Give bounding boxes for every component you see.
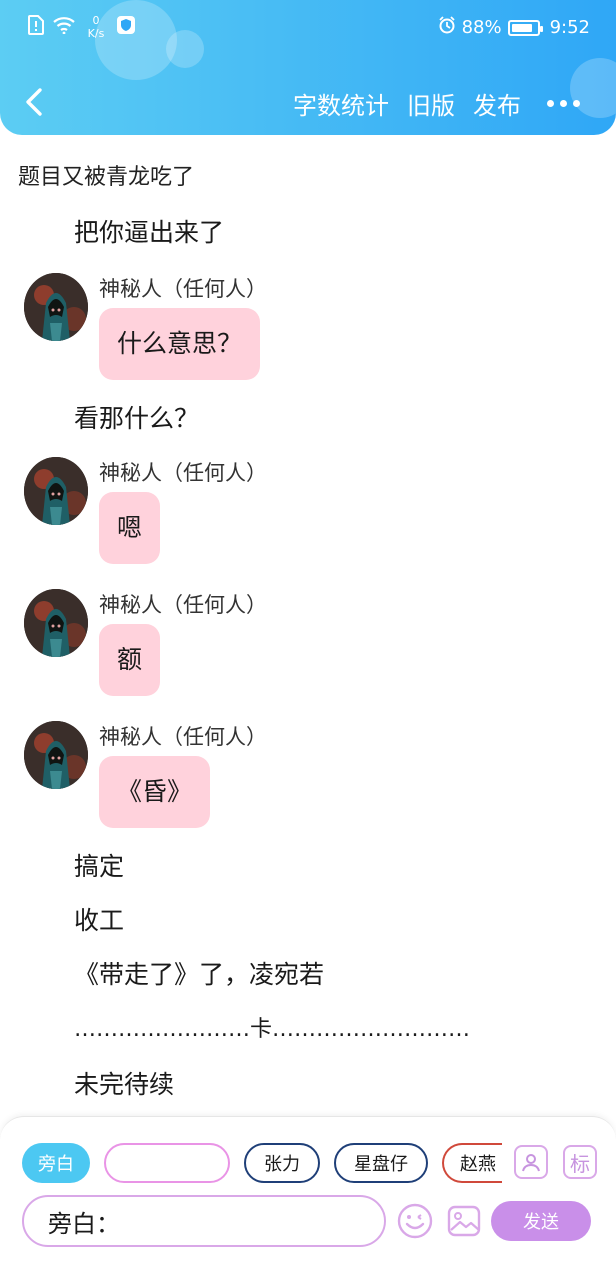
narration-line[interactable]: 《带走了》了，凌宛若 bbox=[74, 955, 324, 991]
word-count-button[interactable]: 字数统计 bbox=[293, 86, 389, 121]
status-bar: 0 K/s 88% 9:52 bbox=[0, 0, 616, 56]
narration-line[interactable]: 把你逼出来了 bbox=[74, 213, 224, 249]
avatar[interactable] bbox=[24, 457, 88, 525]
chevron-left-icon bbox=[26, 88, 42, 116]
composer-panel: 旁白 张力 星盘仔 赵燕 标 旁白： 发送 bbox=[0, 1116, 616, 1280]
character-message[interactable]: 神秘人（任何人） 什么意思？ bbox=[24, 273, 584, 383]
message-input[interactable]: 旁白： bbox=[22, 1195, 386, 1247]
battery-level-fill bbox=[511, 23, 533, 32]
message-bubble[interactable]: 《昏》 bbox=[99, 756, 211, 828]
avatar[interactable] bbox=[24, 721, 88, 789]
role-chip-narrator[interactable]: 旁白 bbox=[22, 1143, 90, 1183]
role-chip-xingpanzai[interactable]: 星盘仔 bbox=[334, 1143, 428, 1183]
nav-bar: 字数统计 旧版 发布 bbox=[0, 76, 616, 132]
character-message[interactable]: 神秘人（任何人） 嗯 bbox=[24, 457, 584, 567]
emoji-icon[interactable] bbox=[397, 1203, 433, 1239]
battery-percent: 88% bbox=[461, 17, 502, 38]
role-chip-empty[interactable] bbox=[104, 1143, 230, 1183]
back-button[interactable] bbox=[18, 82, 54, 122]
app-header: 0 K/s 88% 9:52 字数统计 旧版 发布 bbox=[0, 0, 616, 135]
role-chip-bar: 旁白 张力 星盘仔 赵燕 bbox=[22, 1143, 502, 1183]
message-bubble[interactable]: 嗯 bbox=[99, 492, 161, 564]
role-chip-zhaoyan[interactable]: 赵燕 bbox=[442, 1143, 502, 1183]
narration-line[interactable]: 未完待续 bbox=[74, 1065, 174, 1101]
narration-line[interactable]: 搞定 bbox=[74, 847, 124, 883]
person-card-icon[interactable] bbox=[514, 1145, 548, 1179]
send-button[interactable]: 发送 bbox=[491, 1201, 591, 1241]
speaker-name: 神秘人（任何人） bbox=[99, 725, 267, 749]
narration-line[interactable]: ……………………卡……………………… bbox=[74, 1011, 470, 1043]
character-message[interactable]: 神秘人（任何人） 《昏》 bbox=[24, 721, 584, 831]
message-bubble[interactable]: 什么意思？ bbox=[99, 308, 261, 380]
speaker-name: 神秘人（任何人） bbox=[99, 277, 267, 301]
battery-icon bbox=[507, 19, 543, 36]
speaker-name: 神秘人（任何人） bbox=[99, 593, 267, 617]
alarm-icon bbox=[438, 16, 456, 39]
network-speed: 0 K/s bbox=[87, 14, 105, 40]
message-bubble[interactable]: 额 bbox=[99, 624, 161, 696]
avatar[interactable] bbox=[24, 273, 88, 341]
role-chip-zhangli[interactable]: 张力 bbox=[244, 1143, 320, 1183]
narration-line[interactable]: 收工 bbox=[74, 901, 124, 937]
image-icon[interactable] bbox=[447, 1205, 481, 1237]
story-content: 题目又被青龙吃了 把你逼出来了 神秘人（任何人） 什么意思？ 看那什么？ 神秘人… bbox=[0, 135, 616, 1115]
speaker-name: 神秘人（任何人） bbox=[99, 461, 267, 485]
avatar[interactable] bbox=[24, 589, 88, 657]
narration-line[interactable]: 看那什么？ bbox=[74, 399, 199, 435]
old-version-button[interactable]: 旧版 bbox=[407, 86, 455, 121]
character-message[interactable]: 神秘人（任何人） 额 bbox=[24, 589, 584, 699]
more-dots-icon[interactable] bbox=[539, 100, 580, 107]
shield-app-icon bbox=[116, 15, 136, 39]
story-title[interactable]: 题目又被青龙吃了 bbox=[18, 159, 194, 191]
sim-alert-icon bbox=[28, 15, 44, 39]
wifi-icon bbox=[52, 16, 76, 38]
clock: 9:52 bbox=[549, 17, 590, 38]
publish-button[interactable]: 发布 bbox=[473, 86, 521, 121]
tag-button[interactable]: 标 bbox=[563, 1145, 597, 1179]
